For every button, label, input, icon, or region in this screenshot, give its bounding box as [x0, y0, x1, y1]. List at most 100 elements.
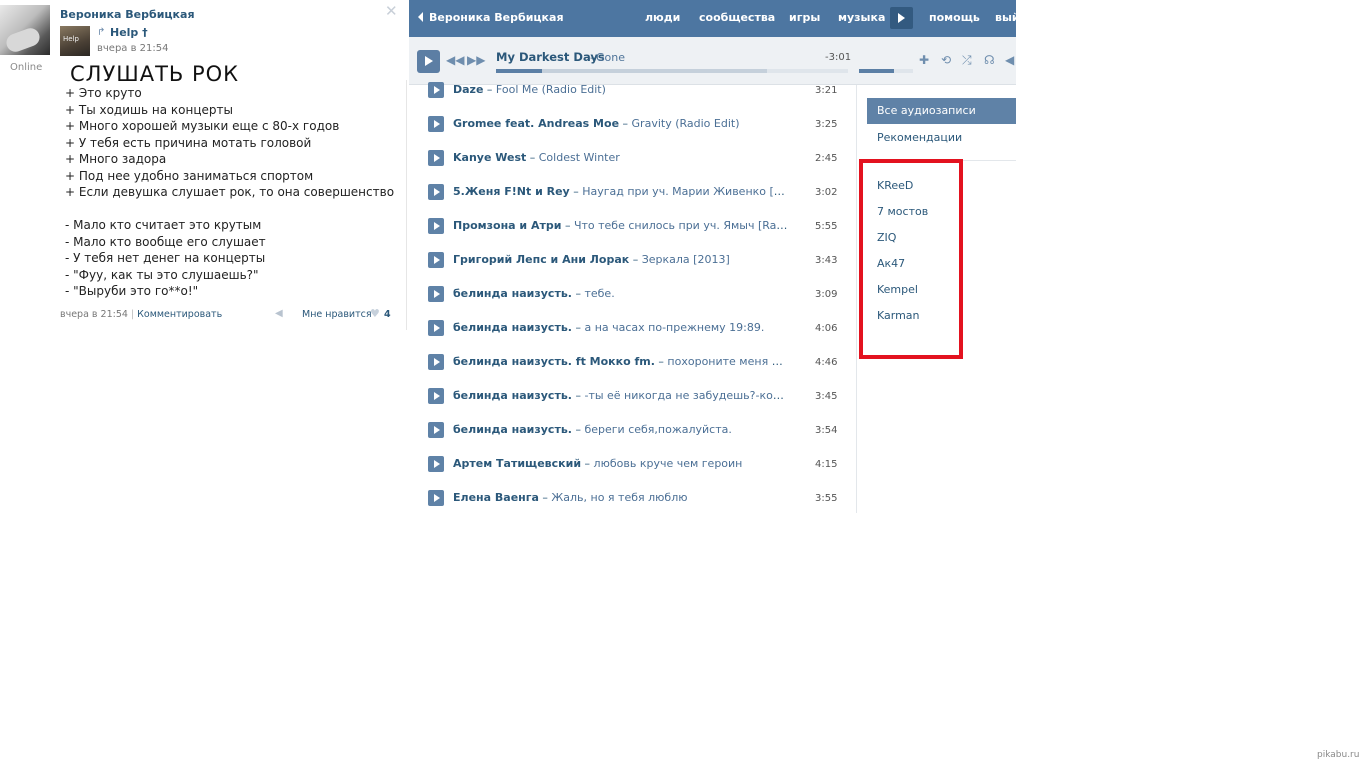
track-artist[interactable]: Григорий Лепс и Ани Лорак — [453, 253, 629, 266]
broadcast-icon[interactable]: ◀ — [1005, 53, 1014, 67]
track-title[interactable]: любовь круче чем героин — [594, 457, 743, 470]
nav-exit[interactable]: вый — [995, 11, 1020, 24]
headphones-icon[interactable]: ☊ — [984, 53, 995, 67]
post-line-blank — [65, 201, 405, 218]
track-title[interactable]: а на часах по-прежнему 19:89. — [584, 321, 764, 334]
track-row[interactable]: Промзона и Атри – Что тебе снилось при у… — [409, 209, 856, 243]
track-title[interactable]: Что тебе снилось при уч. Ямыч [RapBest.r… — [574, 219, 788, 232]
menu-all-audio[interactable]: Все аудиозаписи — [867, 98, 1016, 124]
track-row[interactable]: Daze – Fool Me (Radio Edit) 3:21 — [409, 73, 856, 107]
track-play-icon[interactable] — [428, 286, 444, 302]
footer-separator: | — [130, 309, 135, 320]
nav-people[interactable]: люди — [645, 11, 680, 24]
track-title[interactable]: Fool Me (Radio Edit) — [496, 83, 606, 96]
track-play-icon[interactable] — [428, 388, 444, 404]
volume-slider[interactable] — [859, 69, 913, 73]
track-title[interactable]: тебе. — [584, 287, 614, 300]
track-row[interactable]: белинда наизусть. ft Мокко fm. – похорон… — [409, 345, 856, 379]
comment-link[interactable]: Комментировать — [137, 309, 222, 320]
close-icon[interactable]: ✕ — [385, 2, 398, 20]
track-row[interactable]: белинда наизусть. – а на часах по-прежне… — [409, 311, 856, 345]
repost-thumb-label: Help — [63, 35, 79, 43]
track-dash: – — [575, 423, 581, 436]
track-play-icon[interactable] — [428, 354, 444, 370]
profile-name-link[interactable]: Вероника Вербицкая — [429, 11, 564, 24]
track-artist[interactable]: белинда наизусть. — [453, 389, 572, 402]
heart-icon[interactable]: ♥ — [370, 307, 380, 320]
track-title[interactable]: похороните меня за плинтусом. — [667, 355, 788, 368]
track-title[interactable]: Coldest Winter — [539, 151, 620, 164]
track-play-icon[interactable] — [428, 218, 444, 234]
track-play-icon[interactable] — [428, 116, 444, 132]
track-row[interactable]: 5.Женя F!Nt и Rey – Наугад при уч. Марии… — [409, 175, 856, 209]
next-icon[interactable]: ▶▶ — [467, 53, 485, 67]
nav-play-icon[interactable] — [890, 7, 913, 29]
post-title: СЛУШАТЬ РОК — [70, 62, 240, 86]
track-row[interactable]: Артем Татищевский – любовь круче чем гер… — [409, 447, 856, 481]
track-artist[interactable]: Промзона и Атри — [453, 219, 561, 232]
track-artist[interactable]: Елена Ваенга — [453, 491, 539, 504]
post-time[interactable]: вчера в 21:54 — [60, 309, 128, 320]
track-row[interactable]: белинда наизусть. – береги себя,пожалуйс… — [409, 413, 856, 447]
track-row[interactable]: Елена Ваенга – Жаль, но я тебя люблю 3:55 — [409, 481, 856, 515]
time-remaining[interactable]: -3:01 — [825, 52, 851, 63]
repeat-icon[interactable]: ⟲ — [941, 53, 951, 67]
track-row[interactable]: белинда наизусть. – -ты её никогда не за… — [409, 379, 856, 413]
track-row[interactable]: Gromee feat. Andreas Moe – Gravity (Radi… — [409, 107, 856, 141]
nav-communities[interactable]: сообщества — [699, 11, 775, 24]
track-artist[interactable]: Daze — [453, 83, 483, 96]
post-line: + Ты ходишь на концерты — [65, 102, 233, 117]
track-row[interactable]: белинда наизусть. – тебе. 3:09 — [409, 277, 856, 311]
track-play-icon[interactable] — [428, 82, 444, 98]
menu-recommendations[interactable]: Рекомендации — [877, 131, 962, 144]
track-artist[interactable]: белинда наизусть. — [453, 287, 572, 300]
track-artist[interactable]: 5.Женя F!Nt и Rey — [453, 185, 570, 198]
track-title[interactable]: береги себя,пожалуйста. — [584, 423, 731, 436]
track-play-icon[interactable] — [428, 252, 444, 268]
track-play-icon[interactable] — [428, 184, 444, 200]
track-artist[interactable]: Артем Татищевский — [453, 457, 581, 470]
track-title[interactable]: Наугад при уч. Марии Живенко [ "Наугад"] — [582, 185, 788, 198]
track-play-icon[interactable] — [428, 150, 444, 166]
track-play-icon[interactable] — [428, 456, 444, 472]
track-play-icon[interactable] — [428, 422, 444, 438]
shuffle-icon[interactable]: ⤮ — [962, 53, 972, 68]
track-play-icon[interactable] — [428, 490, 444, 506]
now-playing-artist[interactable]: My Darkest Days — [496, 50, 605, 64]
nav-games[interactable]: игры — [789, 11, 820, 24]
prev-icon[interactable]: ◀◀ — [446, 53, 464, 67]
track-row[interactable]: Григорий Лепс и Ани Лорак – Зеркала [201… — [409, 243, 856, 277]
track-row[interactable]: Kanye West – Coldest Winter 2:45 — [409, 141, 856, 175]
repost-time: вчера в 21:54 — [97, 43, 169, 54]
repost-arrow-icon: ↱ — [97, 27, 106, 38]
track-title[interactable]: -ты её никогда не забудешь?-кого? — [584, 389, 788, 402]
track-title[interactable]: Жаль, но я тебя люблю — [551, 491, 687, 504]
repost-group-name[interactable]: Help † — [110, 26, 148, 39]
repost-group-avatar[interactable]: Help — [60, 26, 90, 56]
post-author-name[interactable]: Вероника Вербицкая — [60, 8, 195, 21]
track-artist[interactable]: Kanye West — [453, 151, 526, 164]
track-name: Промзона и Атри – Что тебе снилось при у… — [453, 219, 788, 232]
nav-music[interactable]: музыка — [838, 11, 885, 24]
track-dash: – — [632, 253, 639, 266]
add-icon[interactable]: ✚ — [919, 53, 929, 67]
track-artist[interactable]: Gromee feat. Andreas Moe — [453, 117, 619, 130]
track-dash: – — [575, 321, 581, 334]
like-button[interactable]: Мне нравится — [302, 309, 372, 320]
track-artist[interactable]: белинда наизусть. — [453, 321, 572, 334]
track-name: белинда наизусть. – тебе. — [453, 287, 788, 300]
track-dash: – — [573, 185, 579, 198]
share-megaphone-icon[interactable]: ◀ — [275, 308, 283, 319]
track-artist[interactable]: белинда наизусть. — [453, 423, 572, 436]
track-title[interactable]: Gravity (Radio Edit) — [632, 117, 740, 130]
track-play-icon[interactable] — [428, 320, 444, 336]
track-name: Елена Ваенга – Жаль, но я тебя люблю — [453, 491, 788, 504]
track-artist[interactable]: белинда наизусть. ft Мокко fm. — [453, 355, 655, 368]
play-icon[interactable] — [417, 50, 440, 73]
author-avatar[interactable] — [0, 5, 50, 55]
back-arrow-icon[interactable] — [418, 12, 423, 22]
nav-help[interactable]: помощь — [929, 11, 980, 24]
track-title[interactable]: Зеркала [2013] — [642, 253, 730, 266]
post-line: - "Фуу, как ты это слушаешь?" — [65, 267, 259, 282]
like-count: 4 — [384, 309, 391, 320]
